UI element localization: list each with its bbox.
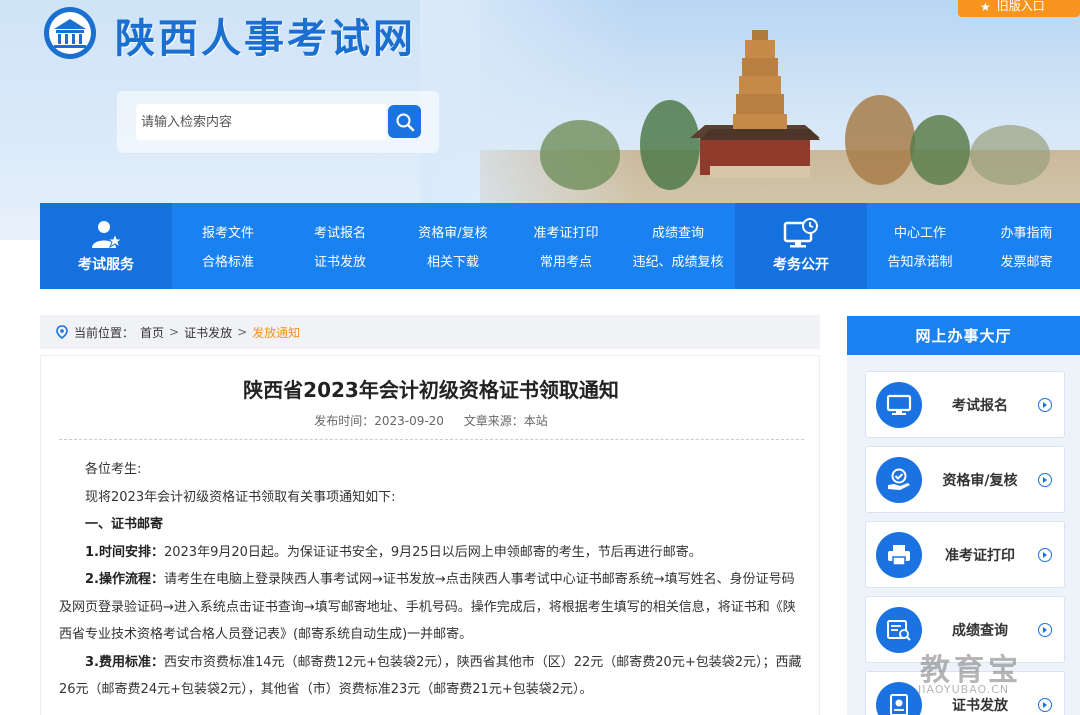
nav-column-4: 准考证打印 常用考点 [510, 203, 622, 289]
nav-link[interactable]: 合格标准 [202, 251, 254, 270]
search-input[interactable] [136, 104, 386, 140]
main-nav: 考试服务 报考文件 合格标准 考试报名 证书发放 资格审/复核 相关下载 准考证… [40, 203, 1080, 289]
sidebar-icon-circle [876, 606, 922, 653]
old-version-button[interactable]: ★ 旧版入口 [958, 0, 1080, 17]
monitor-icon [886, 394, 912, 415]
chevron-right-icon [1038, 697, 1052, 712]
nav-link[interactable]: 办事指南 [1000, 222, 1052, 241]
section-heading: 一、证书邮寄 [85, 517, 164, 532]
nav-link[interactable]: 相关下载 [427, 251, 479, 270]
location-pin-icon [56, 325, 68, 339]
chevron-right-icon [1038, 622, 1052, 637]
printer-icon [888, 544, 910, 566]
site-title[interactable]: 陕西人事考试网 [115, 6, 416, 64]
old-version-label: 旧版入口 [996, 0, 1045, 13]
article-title: 陕西省2023年会计初级资格证书领取通知 [243, 378, 619, 402]
breadcrumb-separator: > [237, 325, 248, 339]
nav-exam-service-label: 考试服务 [78, 257, 134, 273]
nav-link[interactable]: 成绩查询 [652, 222, 704, 241]
search-button[interactable] [388, 105, 421, 138]
sidebar-icon-circle [876, 381, 922, 428]
breadcrumb: 当前位置： 首页 > 证书发放 > 发放通知 [40, 315, 820, 349]
sidebar-item-label: 资格审/复核 [942, 472, 1018, 489]
chevron-right-icon [1038, 472, 1052, 487]
nav-column-3: 资格审/复核 相关下载 [396, 203, 510, 289]
report-search-icon [887, 619, 911, 641]
nav-link[interactable]: 违纪、成绩复核 [632, 251, 723, 270]
article-divider [59, 439, 804, 440]
chevron-right-icon [1038, 547, 1052, 562]
paragraph-process: 2.操作流程：请考生在电脑上登录陕西人事考试网→证书发放→点击陕西人事考试中心证… [59, 572, 796, 642]
sidebar-icon-circle [876, 456, 922, 503]
certificate-icon [890, 693, 908, 715]
paragraph-time: 1.时间安排：2023年9月20日起。为保证证书安全，9月25日以后网上申领邮寄… [85, 544, 702, 560]
nav-link[interactable]: 考试报名 [314, 222, 366, 241]
nav-link[interactable]: 告知承诺制 [887, 251, 952, 270]
nav-column-5: 成绩查询 违纪、成绩复核 [622, 203, 734, 289]
article-meta: 发布时间：2023-09-20 文章来源：本站 [41, 412, 821, 429]
breadcrumb-prefix: 当前位置： [74, 325, 135, 340]
nav-link[interactable]: 常用考点 [540, 251, 592, 270]
nav-link[interactable]: 准考证打印 [533, 222, 598, 241]
sidebar-item-label: 成绩查询 [952, 622, 1008, 639]
nav-exam-service[interactable]: 考试服务 [40, 203, 172, 289]
sidebar-item-label: 准考证打印 [945, 547, 1015, 564]
sidebar-icon-circle [876, 681, 922, 715]
nav-column-1: 报考文件 合格标准 [172, 203, 284, 289]
hand-check-icon [888, 468, 910, 490]
chevron-right-icon [1038, 397, 1052, 412]
site-logo-icon[interactable] [40, 5, 100, 61]
publish-date: 发布时间：2023-09-20 [314, 414, 444, 428]
article-body: 各位考生: 现将2023年会计初级资格证书领取有关事项通知如下: 一、证书邮寄 … [59, 456, 804, 704]
sidebar-icon-circle [876, 531, 922, 578]
article-source: 文章来源：本站 [463, 414, 548, 428]
article-panel: 陕西省2023年会计初级资格证书领取通知 发布时间：2023-09-20 文章来… [40, 355, 820, 715]
nav-link[interactable]: 报考文件 [202, 222, 254, 241]
nav-link[interactable]: 资格审/复核 [418, 222, 487, 241]
sidebar-item-admission-ticket[interactable]: 准考证打印 [865, 521, 1065, 588]
sidebar-item-label: 考试报名 [952, 397, 1008, 414]
watermark-url: JIAOYUBAO.CN [918, 683, 1010, 696]
breadcrumb-separator: > [169, 325, 180, 339]
user-star-icon [92, 221, 123, 249]
sidebar-item-qualification[interactable]: 资格审/复核 [865, 446, 1065, 513]
intro-paragraph: 现将2023年会计初级资格证书领取有关事项通知如下: [85, 489, 396, 505]
nav-column-2: 考试报名 证书发放 [284, 203, 396, 289]
sidebar-item-registration[interactable]: 考试报名 [865, 371, 1065, 438]
nav-link[interactable]: 中心工作 [894, 222, 946, 241]
breadcrumb-section[interactable]: 证书发放 [184, 324, 232, 341]
nav-link[interactable]: 证书发放 [314, 251, 366, 270]
greeting: 各位考生: [85, 462, 142, 477]
sidebar-title: 网上办事大厅 [847, 316, 1080, 355]
nav-link[interactable]: 发票邮寄 [1000, 251, 1052, 270]
nav-column-6: 中心工作 告知承诺制 [867, 203, 973, 289]
nav-exam-public[interactable]: 考务公开 [735, 203, 867, 289]
breadcrumb-home[interactable]: 首页 [140, 324, 164, 341]
breadcrumb-current[interactable]: 发放通知 [252, 324, 300, 341]
paragraph-fee: 3.费用标准：西安市资费标准14元（邮寄费12元+包装袋2元），陕西省其他市（区… [59, 654, 802, 698]
search-icon [396, 113, 414, 131]
sidebar-item-label: 证书发放 [952, 697, 1008, 714]
star-icon: ★ [980, 0, 991, 14]
nav-column-7: 办事指南 发票邮寄 [973, 203, 1080, 289]
nav-exam-public-label: 考务公开 [773, 257, 829, 273]
pagoda-illustration [700, 30, 820, 178]
monitor-clock-icon [783, 218, 818, 248]
